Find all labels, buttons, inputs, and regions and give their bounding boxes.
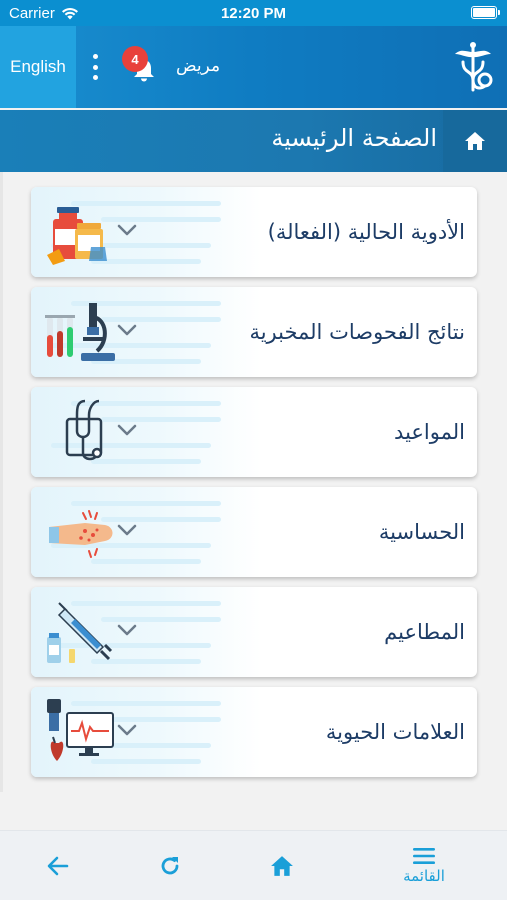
refresh-icon — [161, 857, 179, 875]
app-header: English 4 مريض — [0, 26, 507, 108]
caduceus-logo-icon — [455, 42, 493, 92]
home-icon — [465, 132, 485, 150]
stethoscope-icon — [65, 399, 103, 461]
chevron-down-icon — [117, 724, 137, 736]
card-label: الأدوية الحالية (الفعالة) — [267, 220, 465, 244]
card-vaccinations[interactable]: المطاعيم — [31, 587, 477, 677]
chevron-down-icon — [117, 624, 137, 636]
chevron-down-icon — [117, 324, 137, 336]
page-title: الصفحة الرئيسية — [271, 124, 437, 152]
chevron-down-icon — [117, 224, 137, 236]
user-role-label: مريض — [176, 56, 221, 76]
vital-signs-monitor-icon — [47, 699, 114, 761]
page-title-bar: الصفحة الرئيسية — [0, 110, 507, 172]
chevron-down-icon — [117, 424, 137, 436]
microscope-test-tubes-icon — [45, 303, 115, 361]
notification-badge: 4 — [122, 46, 148, 72]
card-label: الحساسية — [378, 520, 465, 544]
card-label: المطاعيم — [384, 620, 465, 644]
home-button[interactable] — [260, 831, 304, 900]
card-vital-signs[interactable]: العلامات الحيوية — [31, 687, 477, 777]
back-button[interactable] — [36, 831, 80, 900]
kebab-menu-icon[interactable] — [88, 54, 102, 80]
status-time: 12:20 PM — [220, 5, 287, 22]
card-lab-results[interactable]: نتائج الفحوصات المخبرية — [31, 287, 477, 377]
menu-button[interactable]: القائمة — [388, 831, 460, 900]
hamburger-menu-icon — [413, 848, 435, 864]
battery-icon — [471, 6, 500, 19]
status-bar: Carrier 12:20 PM — [0, 0, 507, 26]
card-label: العلامات الحيوية — [325, 720, 465, 744]
language-toggle-button[interactable]: English — [0, 26, 76, 108]
chevron-down-icon — [117, 524, 137, 536]
allergy-hand-icon — [49, 510, 113, 558]
arrow-back-icon — [47, 856, 69, 876]
bottom-navigation: القائمة — [0, 830, 507, 900]
left-edge-divider — [0, 172, 3, 792]
card-allergies[interactable]: الحساسية — [31, 487, 477, 577]
refresh-button[interactable] — [148, 831, 192, 900]
card-current-medications[interactable]: الأدوية الحالية (الفعالة) — [31, 187, 477, 277]
title-home-button[interactable] — [443, 110, 507, 172]
dashboard-card-list: الأدوية الحالية (الفعالة) نتائج الفحوصات… — [31, 187, 477, 787]
menu-label: القائمة — [403, 867, 445, 885]
card-appointments[interactable]: المواعيد — [31, 387, 477, 477]
home-icon — [271, 856, 293, 876]
medicine-bottles-icon — [47, 207, 107, 265]
syringe-vial-icon — [47, 602, 113, 663]
card-label: نتائج الفحوصات المخبرية — [249, 320, 465, 344]
card-label: المواعيد — [394, 420, 465, 444]
